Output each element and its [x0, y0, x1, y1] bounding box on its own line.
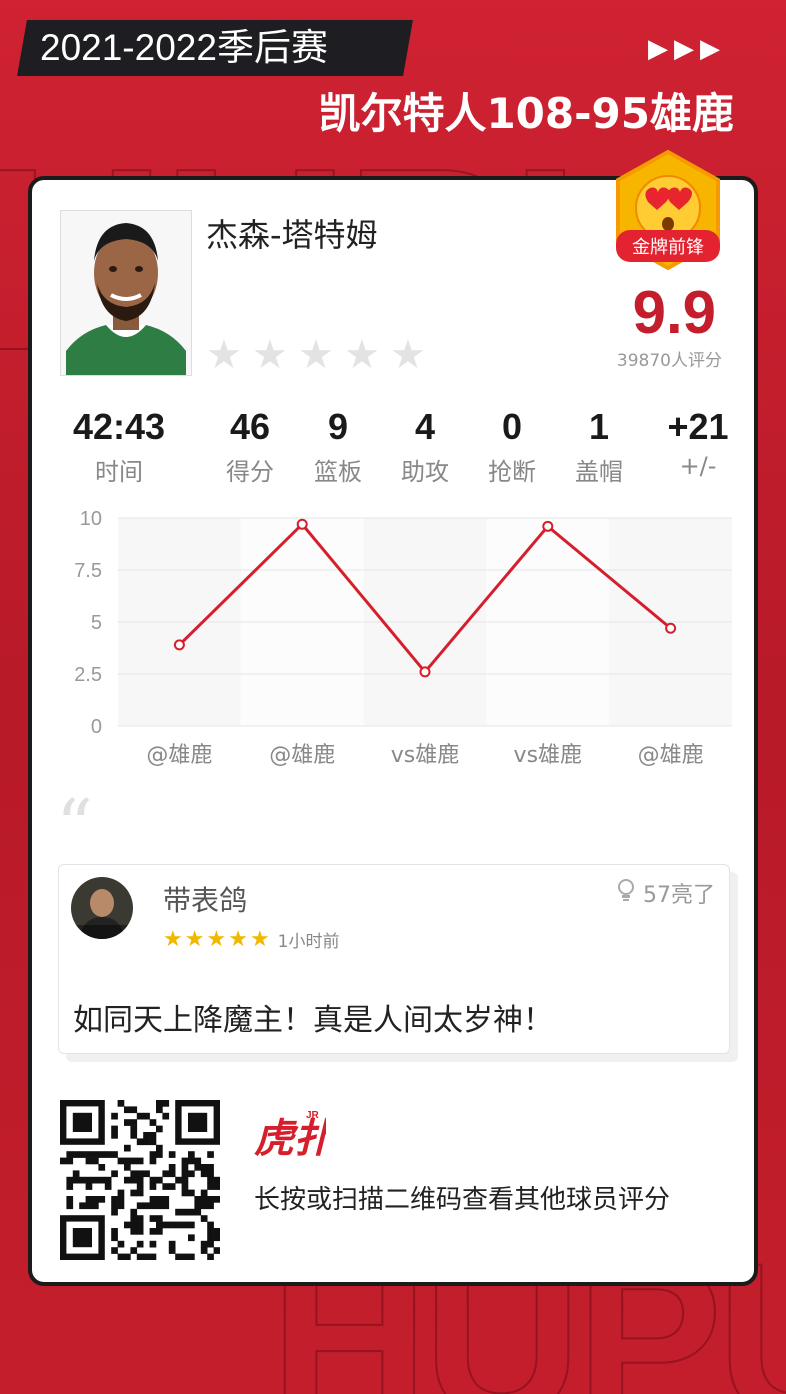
raters-count: 39870人评分 — [616, 351, 722, 371]
stat-value: +21 — [667, 406, 729, 447]
like-count: 57亮了 — [643, 883, 715, 908]
rating-card: 杰森-塔特姆 ★ ★ ★ ★ ★ 金牌前锋 9.9 39870人评分 42:43… — [28, 149, 758, 1286]
comment-rating: ★ ★ ★ ★ ★ 1小时前 — [163, 927, 340, 952]
like-button[interactable]: 57亮了 — [615, 877, 715, 909]
stat-value: 1 — [588, 406, 610, 447]
stat-value: 4 — [414, 406, 436, 447]
star-icon[interactable]: ★ — [344, 335, 382, 375]
star-icon[interactable]: ★ — [390, 335, 428, 375]
stat-label: 抢断 — [488, 458, 536, 486]
avatar[interactable] — [71, 877, 133, 939]
stat-label: 时间 — [95, 458, 143, 486]
season-label: 2021-2022季后赛 — [40, 27, 328, 68]
chart-x-tick: @雄鹿 — [269, 743, 335, 768]
star-icon: ★ — [184, 927, 205, 952]
chart-y-tick: 2.5 — [74, 664, 102, 686]
stat-points: 46 得分 — [206, 406, 294, 487]
logo-text: 虎扑 — [254, 1116, 326, 1162]
stat-label: 得分 — [226, 458, 274, 486]
badge-label: 金牌前锋 — [632, 237, 704, 258]
player-photo — [60, 210, 192, 376]
chart-y-tick: 0 — [91, 716, 102, 738]
chart-y-tick: 10 — [80, 508, 102, 530]
stat-label: 篮板 — [314, 458, 362, 486]
star-icon: ★ — [163, 927, 183, 952]
qr-hint: 长按或扫描二维码查看其他球员评分 — [254, 1185, 671, 1215]
svg-text:JR: JR — [306, 1110, 320, 1121]
chart-point — [296, 518, 308, 530]
player-name: 杰森-塔特姆 — [206, 216, 378, 254]
qr-code[interactable] — [60, 1100, 221, 1261]
chart-x-tick: @雄鹿 — [146, 743, 212, 768]
gold-forward-badge: 金牌前锋 — [612, 149, 724, 280]
stat-steals: 0 抢断 — [468, 406, 556, 487]
player-score: 9.9 — [632, 279, 716, 346]
stat-rebounds: 9 篮板 — [294, 406, 382, 487]
stats-row: 42:43 时间 46 得分 9 篮板 4 助攻 0 抢断 1 盖帽 +21 +… — [32, 406, 754, 487]
comment-body: 如同天上降魔主！真是人间太岁神！ — [73, 1003, 553, 1038]
star-icon[interactable]: ★ — [252, 335, 290, 375]
stat-label: 盖帽 — [575, 458, 623, 486]
stat-value: 46 — [229, 406, 271, 447]
star-icon[interactable]: ★ — [206, 335, 244, 375]
star-icon[interactable]: ★ — [298, 335, 336, 375]
chart-point — [665, 622, 677, 634]
chart-point — [542, 520, 554, 532]
chart-point — [173, 639, 185, 651]
stat-plus-minus: +21 +/- — [642, 406, 754, 487]
stat-assists: 4 助攻 — [382, 406, 468, 487]
rating-line-chart: 0 2.5 5 7.5 10 @雄鹿 @雄鹿 vs雄鹿 vs雄鹿 @雄鹿 — [74, 508, 732, 768]
arrows-icon: ▶▶▶ — [648, 34, 726, 64]
star-icon: ★ — [249, 927, 270, 952]
chart-y-tick: 5 — [91, 612, 102, 634]
comment-time: 1小时前 — [277, 932, 340, 952]
chart-point — [419, 666, 431, 678]
stat-label: +/- — [679, 452, 717, 480]
player-rating-stars[interactable]: ★ ★ ★ ★ ★ — [206, 335, 428, 375]
chart-x-tick: vs雄鹿 — [391, 743, 459, 768]
star-icon: ★ — [206, 927, 227, 952]
stat-time: 42:43 时间 — [32, 406, 206, 487]
match-title: 凯尔特人108-95雄鹿 — [318, 89, 734, 138]
stat-value: 42:43 — [72, 406, 166, 447]
chart-y-tick: 7.5 — [74, 560, 102, 582]
stat-label: 助攻 — [401, 458, 449, 486]
hupu-logo: 虎扑 JR — [254, 1106, 337, 1166]
stat-blocks: 1 盖帽 — [556, 406, 642, 487]
hot-comment[interactable]: 带表鸽 57亮了 ★ ★ ★ ★ ★ 1小时前 如同天上降魔主！真是人间太岁神！ — [58, 864, 730, 1054]
chart-x-tick: vs雄鹿 — [514, 743, 582, 768]
lightbulb-icon[interactable] — [615, 878, 637, 908]
stat-value: 9 — [327, 406, 349, 447]
star-icon: ★ — [228, 927, 248, 952]
quote-icon: “ — [56, 784, 93, 868]
chart-x-tick: @雄鹿 — [638, 743, 704, 768]
comment-username[interactable]: 带表鸽 — [163, 879, 247, 919]
stat-value: 0 — [501, 406, 523, 447]
